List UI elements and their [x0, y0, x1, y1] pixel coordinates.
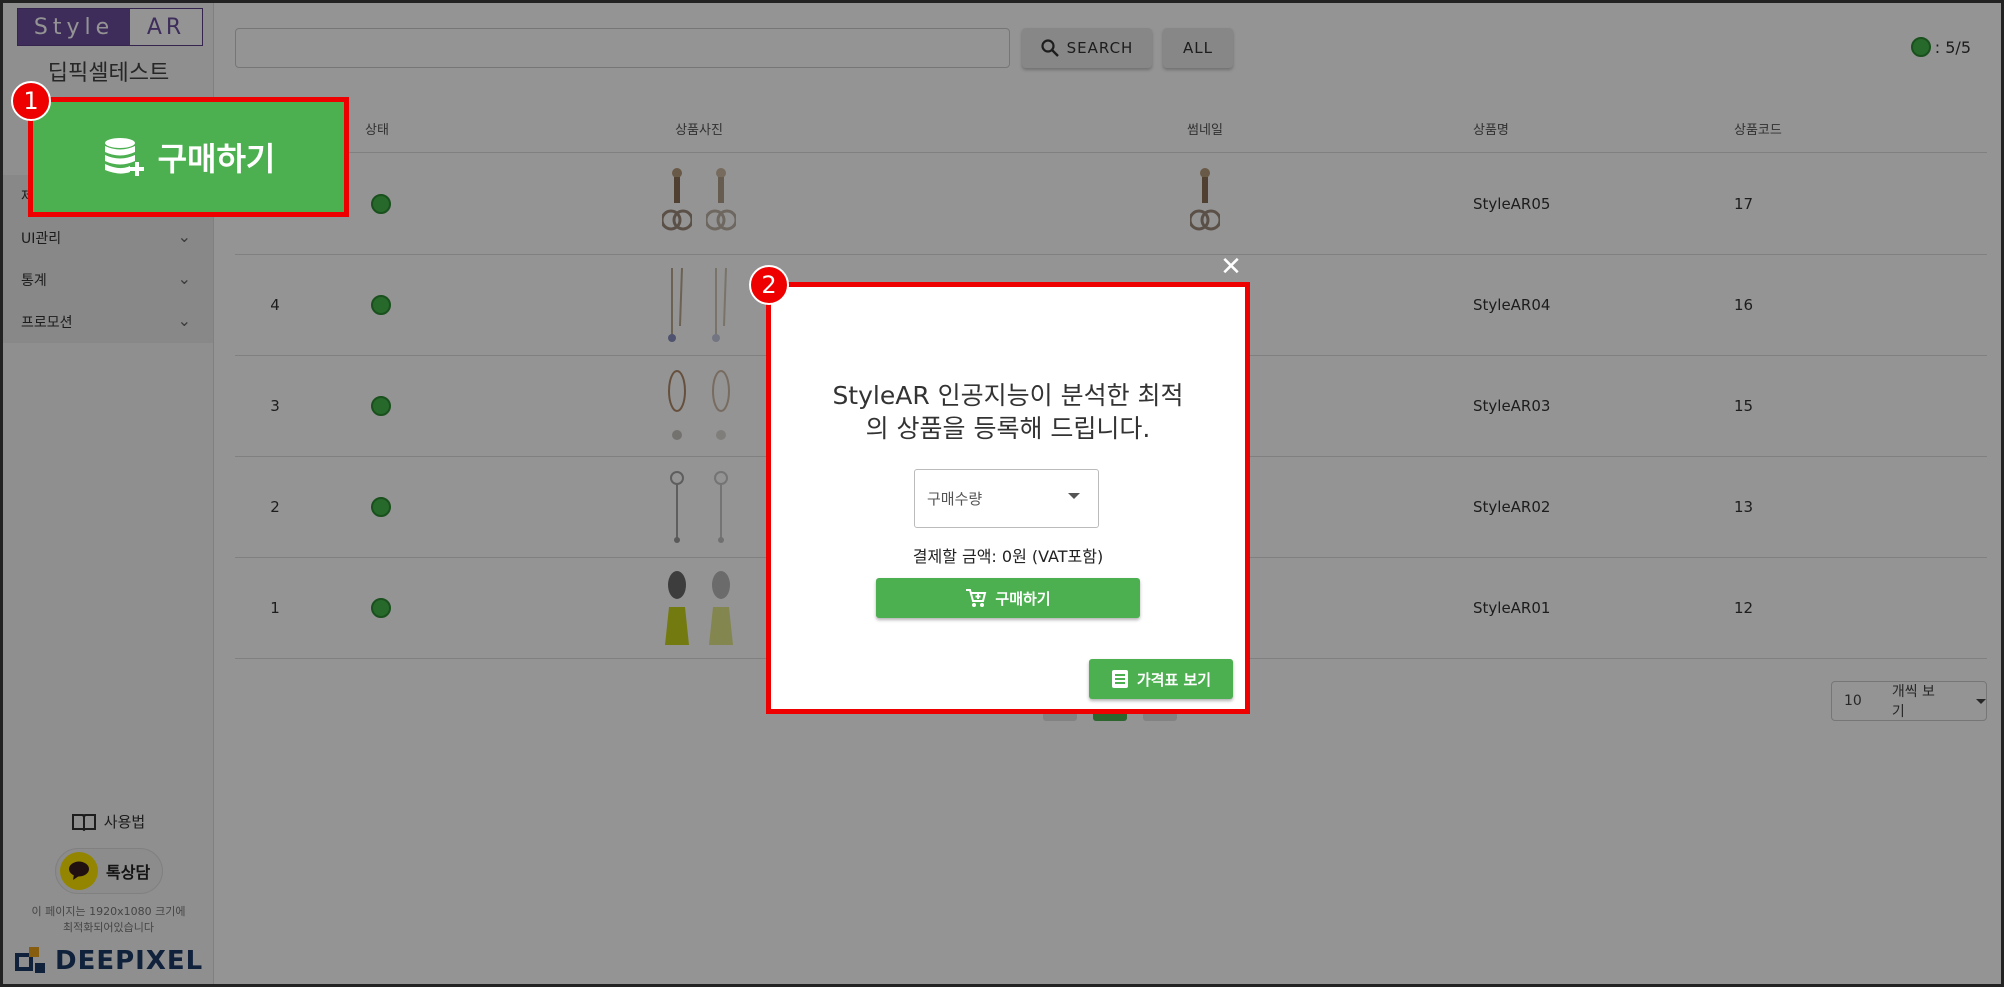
- close-icon[interactable]: ✕: [1219, 254, 1243, 280]
- purchase-button-label: 구매하기: [157, 140, 276, 178]
- callout-badge-1: 1: [11, 81, 51, 121]
- quantity-placeholder: 구매수량: [927, 490, 983, 508]
- buy-button[interactable]: 구매하기: [876, 578, 1140, 618]
- price-table-label: 가격표 보기: [1136, 670, 1212, 689]
- modal-title: StyleAR 인공지능이 분석한 최적 의 상품을 등록해 드립니다.: [801, 379, 1215, 445]
- database-add-icon: [104, 138, 144, 176]
- modal-title-line: 의 상품을 등록해 드립니다.: [865, 414, 1151, 443]
- cart-icon: [966, 589, 987, 607]
- app-frame: Style AR 딥픽셀테스트 제 UI관리 ⌄ 통계 ⌄ 프로모션 ⌄ 사용법…: [0, 0, 2004, 987]
- quantity-select[interactable]: 구매수량: [914, 469, 1099, 528]
- list-document-icon: [1111, 670, 1128, 688]
- caret-down-icon: [1068, 493, 1080, 499]
- buy-button-label: 구매하기: [995, 589, 1051, 608]
- payment-amount: 결제할 금액: 0원 (VAT포함): [912, 547, 1104, 566]
- purchase-modal: StyleAR 인공지능이 분석한 최적 의 상품을 등록해 드립니다. 구매수…: [766, 282, 1250, 714]
- callout-badge-2: 2: [749, 265, 789, 305]
- modal-title-line: StyleAR 인공지능이 분석한 최적: [832, 381, 1184, 410]
- price-table-button[interactable]: 가격표 보기: [1089, 659, 1233, 699]
- purchase-button[interactable]: 구매하기: [28, 97, 349, 217]
